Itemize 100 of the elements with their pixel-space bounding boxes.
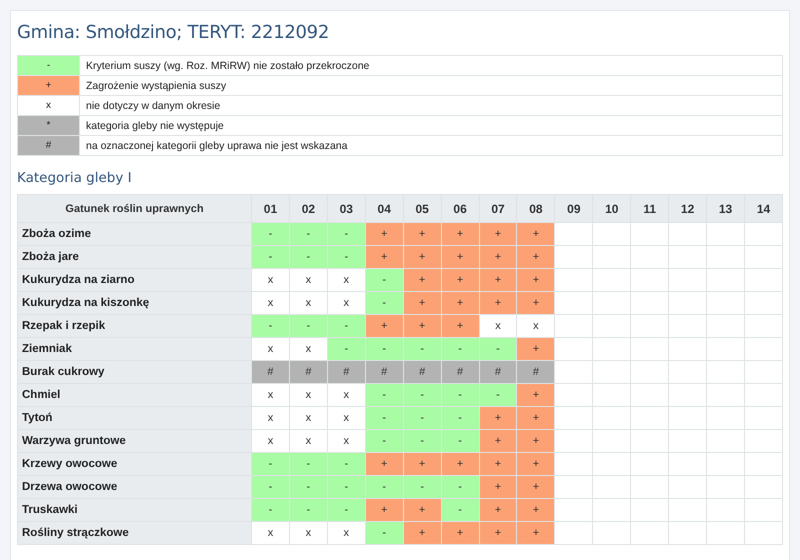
- table-cell: +: [403, 452, 442, 476]
- table-cell: +: [516, 268, 555, 292]
- table-cell: [554, 384, 593, 406]
- table-cell: +: [479, 292, 517, 314]
- table-cell: [668, 338, 707, 360]
- table-cell: x: [289, 522, 328, 544]
- table-cell: [554, 476, 593, 498]
- crop-name-cell: Truskawki: [18, 498, 252, 522]
- table-cell: -: [252, 246, 290, 268]
- table-cell: [592, 498, 631, 522]
- table-cell: [554, 246, 593, 268]
- table-cell: [554, 406, 593, 430]
- table-cell: -: [403, 338, 442, 360]
- table-cell: -: [252, 222, 290, 246]
- table-cell: [554, 222, 593, 246]
- table-cell: #: [441, 360, 480, 384]
- table-cell: [706, 430, 744, 452]
- legend-symbol: *: [18, 116, 80, 136]
- table-cell: -: [289, 452, 328, 476]
- table-cell: [630, 246, 669, 268]
- table-cell: [592, 522, 631, 544]
- table-cell: [706, 476, 744, 498]
- table-cell: -: [327, 476, 366, 498]
- table-cell: [706, 338, 744, 360]
- table-cell: -: [441, 430, 480, 452]
- table-cell: +: [365, 222, 404, 246]
- crop-name-cell: Zboża jare: [18, 246, 252, 268]
- table-cell: [554, 360, 593, 384]
- table-cell: x: [289, 384, 328, 406]
- crop-name-cell: Warzywa gruntowe: [18, 430, 252, 452]
- table-cell: +: [479, 476, 517, 498]
- table-cell: [706, 406, 744, 430]
- table-cell: [592, 360, 631, 384]
- table-cell: [706, 360, 744, 384]
- table-cell: +: [403, 314, 442, 338]
- table-cell: -: [441, 338, 480, 360]
- table-cell: -: [327, 452, 366, 476]
- table-cell: -: [289, 476, 328, 498]
- table-cell: -: [252, 452, 290, 476]
- table-cell: +: [403, 222, 442, 246]
- table-cell: +: [479, 268, 517, 292]
- table-cell: [744, 268, 782, 292]
- table-cell: [554, 338, 593, 360]
- table-cell: -: [365, 476, 404, 498]
- table-cell: [706, 268, 744, 292]
- table-cell: +: [516, 384, 555, 406]
- column-header: 10: [592, 194, 631, 222]
- table-cell: [706, 384, 744, 406]
- table-cell: [744, 498, 782, 522]
- table-cell: +: [441, 314, 480, 338]
- table-cell: +: [479, 430, 517, 452]
- table-cell: -: [441, 476, 480, 498]
- table-cell: #: [327, 360, 366, 384]
- table-cell: x: [252, 522, 290, 544]
- table-cell: x: [252, 430, 290, 452]
- table-cell: -: [289, 246, 328, 268]
- table-cell: [668, 292, 707, 314]
- column-header: 01: [252, 194, 290, 222]
- column-header: 04: [365, 194, 404, 222]
- table-cell: +: [516, 452, 555, 476]
- legend-description: nie dotyczy w danym okresie: [80, 96, 782, 116]
- legend-description: kategoria gleby nie występuje: [80, 116, 782, 136]
- table-cell: +: [403, 268, 442, 292]
- legend-description: na oznaczonej kategorii gleby uprawa nie jest wskazana: [80, 136, 782, 156]
- table-cell: +: [403, 498, 442, 522]
- table-cell: #: [516, 360, 555, 384]
- column-header: 14: [744, 194, 782, 222]
- table-cell: +: [441, 292, 480, 314]
- table-cell: [592, 292, 631, 314]
- column-header: 13: [706, 194, 744, 222]
- table-cell: [592, 452, 631, 476]
- crop-name-cell: Zboża ozime: [18, 222, 252, 246]
- table-cell: [592, 430, 631, 452]
- crop-name-cell: Rośliny strączkowe: [18, 522, 252, 544]
- table-cell: -: [479, 384, 517, 406]
- column-header: 09: [554, 194, 593, 222]
- table-cell: -: [327, 498, 366, 522]
- column-header: 03: [327, 194, 366, 222]
- column-header: 11: [630, 194, 669, 222]
- table-cell: x: [252, 384, 290, 406]
- table-cell: -: [327, 222, 366, 246]
- table-cell: #: [403, 360, 442, 384]
- table-cell: +: [441, 246, 480, 268]
- table-cell: [668, 522, 707, 544]
- table-cell: x: [479, 314, 517, 338]
- table-cell: +: [365, 314, 404, 338]
- table-cell: -: [289, 222, 328, 246]
- table-cell: [630, 268, 669, 292]
- table-cell: -: [289, 498, 328, 522]
- table-cell: [630, 522, 669, 544]
- table-cell: -: [327, 314, 366, 338]
- table-cell: [554, 522, 593, 544]
- table-cell: -: [365, 268, 404, 292]
- table-cell: [668, 406, 707, 430]
- table-cell: x: [289, 338, 328, 360]
- table-cell: +: [403, 522, 442, 544]
- table-cell: [630, 384, 669, 406]
- table-cell: -: [365, 430, 404, 452]
- table-cell: [744, 292, 782, 314]
- table-cell: -: [441, 384, 480, 406]
